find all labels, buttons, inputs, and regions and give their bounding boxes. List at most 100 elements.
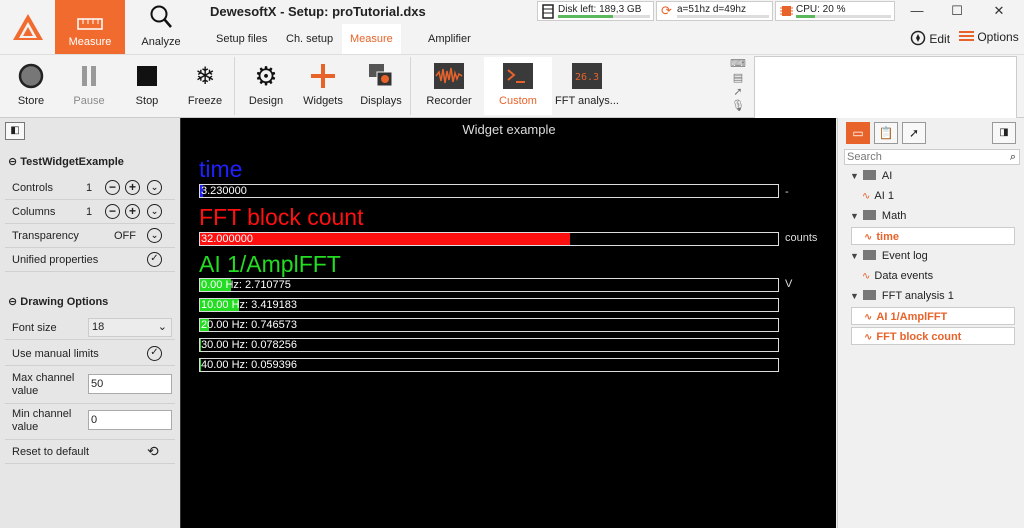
folder-icon — [862, 210, 876, 220]
collapse-panel-icon[interactable]: ◨ — [992, 122, 1016, 144]
tree-channel[interactable]: ∿ AI 1 — [850, 187, 894, 205]
expand-arrow-icon[interactable]: ▼ — [850, 211, 859, 221]
value-bar: 40.00 Hz: 0.059396 — [199, 358, 779, 372]
pointer-icon[interactable]: ➚ — [726, 85, 750, 99]
value-text: 30.00 Hz: 0.078256 — [201, 339, 298, 351]
min-channel-label-line1: Min channel — [12, 408, 72, 420]
measure-mode-button[interactable]: Measure — [55, 0, 125, 54]
analyze-mode-button[interactable]: Analyze — [126, 0, 196, 54]
controls-value: 1 — [86, 182, 93, 194]
gear-icon: ⚙ — [254, 60, 278, 91]
note-icon[interactable]: ▤ — [726, 71, 750, 85]
manual-limits-row: Use manual limits ✓ — [5, 342, 175, 366]
tree-group-label: Event log — [881, 250, 928, 262]
store-button[interactable]: Store — [2, 57, 60, 115]
expand-arrow-icon[interactable]: ▼ — [850, 251, 859, 261]
search-input[interactable]: Search ⌕ — [844, 149, 1020, 165]
tree-group[interactable]: ▼ FFT analysis 1 — [850, 287, 954, 305]
font-size-select[interactable]: 18 ⌄ — [88, 318, 172, 337]
design-button[interactable]: ⚙ Design — [237, 57, 295, 115]
cpu-usage-bar — [796, 15, 891, 18]
decrement-icon[interactable]: − — [105, 204, 120, 219]
svg-text:26.3: 26.3 — [575, 72, 599, 83]
stop-label: Stop — [135, 95, 159, 107]
channels-tab-icon[interactable]: ▭ — [846, 122, 870, 144]
chevron-down-icon: ⌄ — [157, 321, 167, 333]
max-channel-input[interactable]: 50 — [88, 374, 172, 394]
custom-button[interactable]: Custom — [484, 57, 552, 115]
tree-group[interactable]: ▼ Math — [850, 207, 906, 225]
tree-channel-label: time — [876, 231, 900, 243]
checkmark-icon[interactable]: ✓ — [147, 346, 162, 361]
widget-canvas[interactable]: Widget example time 3.230000 - FFT block co… — [180, 118, 836, 528]
waveform-icon: ∿ — [864, 232, 873, 243]
note-tools: ⌨ ▤ ➚ 🎙 — [726, 57, 750, 115]
fft-analysis-button[interactable]: 26.3 FFT analys... — [554, 57, 620, 115]
manual-limits-label: Use manual limits — [12, 348, 99, 360]
options-button[interactable]: Options — [959, 30, 1019, 44]
ruler-icon — [77, 18, 103, 30]
tab-amplifier[interactable]: Amplifier — [420, 24, 479, 54]
displays-label: Displays — [360, 95, 402, 107]
chevron-down-icon[interactable]: ⌄ — [147, 180, 162, 195]
section-drawing-options[interactable]: ⊖ Drawing Options — [8, 295, 108, 308]
cpu-icon — [780, 6, 793, 16]
increment-icon[interactable]: + — [125, 204, 140, 219]
collapse-circle-icon: ⊖ — [8, 296, 18, 308]
maximize-button[interactable]: ☐ — [942, 3, 972, 19]
notes-area[interactable] — [754, 56, 1017, 119]
displays-button[interactable]: Displays — [352, 57, 410, 115]
recorder-button[interactable]: Recorder — [416, 57, 482, 115]
tab-measure[interactable]: Measure — [342, 24, 401, 54]
min-channel-input[interactable]: 0 — [88, 410, 172, 430]
tab-ch-setup[interactable]: Ch. setup — [278, 24, 341, 54]
value-bar: 20.00 Hz: 0.746573 — [199, 318, 779, 332]
window-title: DewesoftX - Setup: proTutorial.dxs — [210, 4, 426, 19]
disk-usage-bar — [558, 15, 650, 18]
pause-button[interactable]: Pause — [60, 57, 118, 115]
collapse-circle-icon: ⊖ — [8, 156, 18, 168]
expand-arrow-icon[interactable]: ▼ — [850, 171, 859, 181]
microphone-icon[interactable]: 🎙 — [726, 99, 750, 113]
decrement-icon[interactable]: − — [105, 180, 120, 195]
tree-channel[interactable]: ∿ time — [851, 227, 1015, 245]
tree-channel-label: FFT block count — [876, 331, 962, 343]
reset-icon[interactable]: ⟲ — [147, 443, 159, 460]
value-text: 3.230000 — [201, 185, 247, 197]
tree-group-label: FFT analysis 1 — [881, 290, 954, 302]
tree-group[interactable]: ▼ AI — [850, 167, 892, 185]
freeze-button[interactable]: ❄ Freeze — [176, 57, 234, 115]
reset-row: Reset to default ⟲ — [5, 440, 175, 464]
tree-group[interactable]: ▼ Event log — [850, 247, 928, 265]
stop-button[interactable]: Stop — [118, 57, 176, 115]
transparency-row: Transparency OFF ⌄ — [5, 224, 175, 248]
analyze-mode-label: Analyze — [141, 36, 181, 48]
expand-arrow-icon[interactable]: ▼ — [850, 291, 859, 301]
close-button[interactable]: ✕ — [984, 3, 1014, 19]
cpu-status-text: CPU: 20 % — [796, 4, 846, 15]
pointer-tab-icon[interactable]: ➚ — [902, 122, 926, 144]
section-test-widget[interactable]: ⊖ TestWidgetExample — [8, 155, 124, 168]
disk-status: Disk left: 189,3 GB — [537, 1, 654, 21]
chevron-down-icon[interactable]: ⌄ — [147, 228, 162, 243]
section-drawing-options-label: Drawing Options — [20, 296, 109, 308]
collapse-panel-icon[interactable]: ◧ — [5, 122, 25, 140]
keyboard-icon[interactable]: ⌨ — [726, 57, 750, 71]
min-channel-row: Min channel value 0 — [5, 404, 175, 440]
tree-channel[interactable]: ∿ Data events — [850, 267, 933, 285]
chevron-down-icon[interactable]: ⌄ — [147, 204, 162, 219]
options-label: Options — [977, 30, 1019, 44]
channel-unit: V — [785, 278, 793, 290]
tree-channel[interactable]: ∿ AI 1/AmplFFT — [851, 307, 1015, 325]
clipboard-tab-icon[interactable]: 📋 — [874, 122, 898, 144]
edit-button[interactable]: Edit — [910, 30, 950, 46]
widgets-button[interactable]: Widgets — [294, 57, 352, 115]
terminal-icon — [503, 63, 533, 89]
minimize-button[interactable]: — — [902, 3, 932, 19]
increment-icon[interactable]: + — [125, 180, 140, 195]
properties-panel: ◧ ⊖ TestWidgetExample Controls 1 − + ⌄ C… — [0, 118, 180, 528]
tab-setup-files[interactable]: Setup files — [208, 24, 275, 54]
cpu-status: CPU: 20 % — [775, 1, 895, 21]
checkmark-icon[interactable]: ✓ — [147, 252, 162, 267]
tree-channel[interactable]: ∿ FFT block count — [851, 327, 1015, 345]
